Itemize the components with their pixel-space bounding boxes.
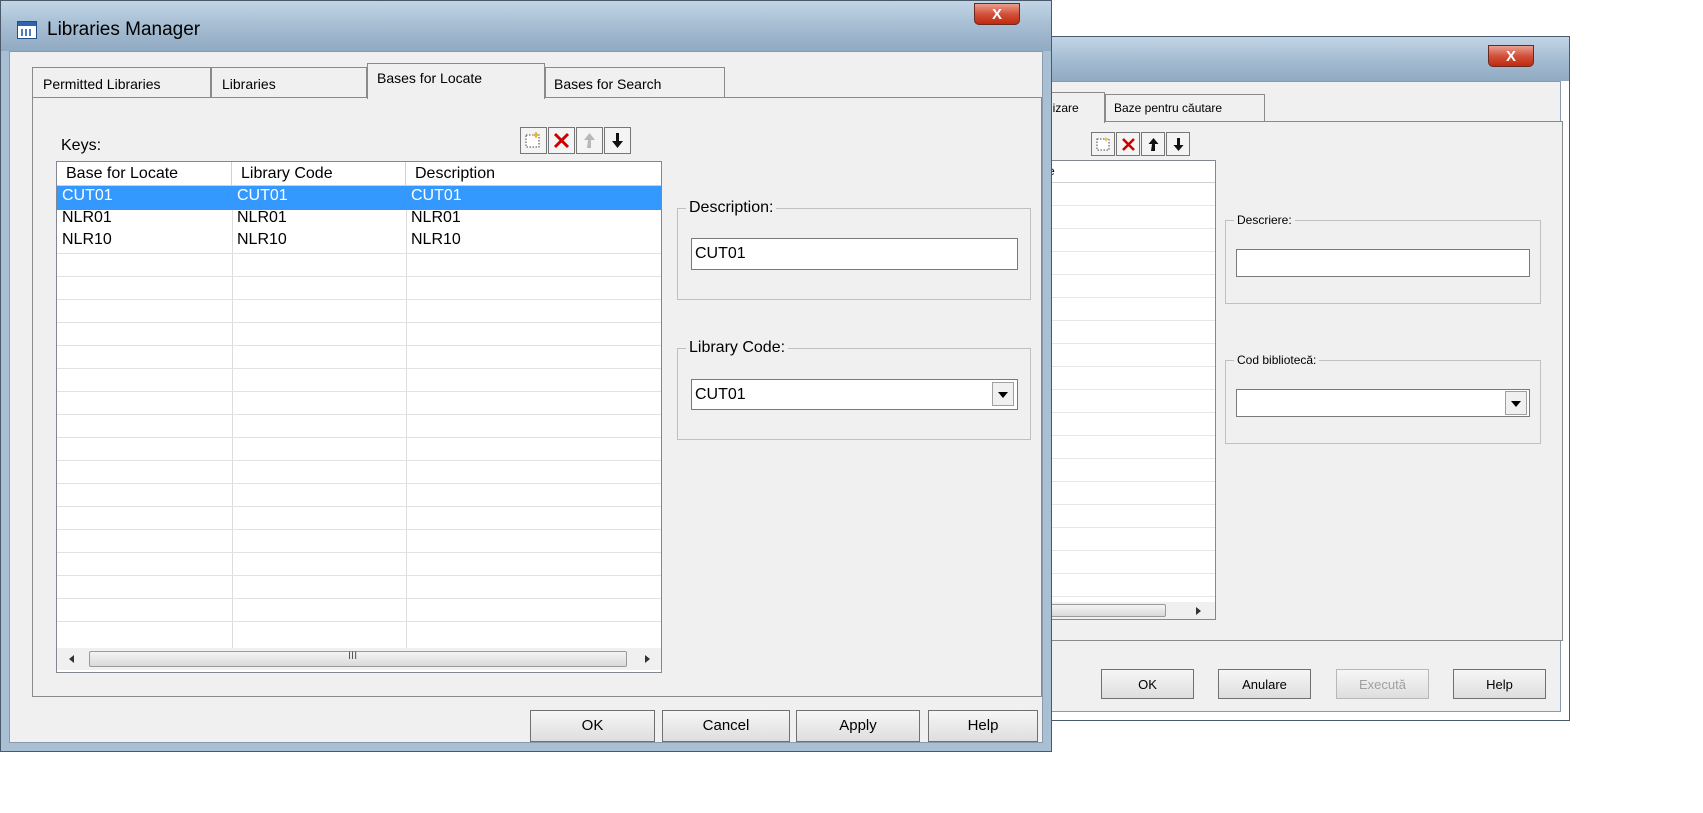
table-cell: NLR01 (62, 209, 112, 226)
tab-panel-bases-for-locate: Keys: Base for Locate Library Code Descr… (32, 97, 1042, 697)
scroll-right-arrow-icon[interactable] (645, 655, 650, 663)
new-icon (1096, 137, 1110, 151)
grid-empty-rows (57, 254, 661, 639)
back-help-button[interactable]: Help (1453, 669, 1546, 699)
table-cell: CUT01 (237, 187, 288, 204)
back-tab-localizare-label: lizare (1050, 101, 1079, 115)
back-move-down-button[interactable] (1166, 132, 1190, 156)
main-window: Libraries Manager X Permitted Libraries … (0, 0, 1052, 752)
back-tab-baze-cautare[interactable]: Baze pentru căutare (1105, 94, 1265, 121)
new-icon (525, 131, 541, 148)
description-group: Description: CUT01 (677, 199, 1031, 300)
back-delete-button[interactable] (1116, 132, 1140, 156)
back-cancel-button[interactable]: Anulare (1218, 669, 1311, 699)
delete-key-button[interactable] (548, 127, 575, 154)
apply-button[interactable]: Apply (796, 710, 920, 742)
main-window-body: Permitted Libraries Libraries Bases for … (9, 51, 1043, 743)
column-header-library-code[interactable]: Library Code (232, 162, 406, 186)
back-tab-panel: e Descriere: Cod bibliotecă: (1046, 121, 1563, 641)
keys-label: Keys: (61, 137, 102, 154)
chevron-down-icon[interactable] (992, 382, 1014, 406)
ok-button[interactable]: OK (530, 710, 655, 742)
back-tab-localizare[interactable]: lizare (1047, 92, 1105, 123)
help-button[interactable]: Help (928, 710, 1038, 742)
column-header-description[interactable]: Description (406, 162, 661, 186)
tab-libraries[interactable]: Libraries (211, 67, 367, 98)
table-cell: NLR01 (411, 209, 461, 226)
back-tab-baze-cautare-label: Baze pentru căutare (1114, 101, 1223, 115)
grid-hscrollbar[interactable]: III (57, 648, 661, 670)
table-cell: CUT01 (62, 187, 113, 204)
table-cell: NLR10 (62, 231, 112, 248)
back-description-group: Descriere: (1225, 213, 1541, 304)
back-grid-scroll-thumb[interactable] (1046, 604, 1166, 617)
table-row[interactable]: NLR10 NLR10 NLR10 (57, 230, 661, 254)
window-title: Libraries Manager (47, 19, 201, 40)
tab-libraries-label: Libraries (222, 76, 276, 92)
grid-scroll-thumb[interactable]: III (89, 650, 627, 667)
move-down-icon (612, 133, 623, 148)
tab-permitted-libraries[interactable]: Permitted Libraries (32, 67, 211, 98)
tab-bases-for-search-label: Bases for Search (554, 76, 662, 92)
back-library-code-select[interactable] (1236, 389, 1530, 417)
table-cell: NLR10 (237, 231, 287, 248)
back-library-code-label: Cod bibliotecă: (1234, 353, 1320, 367)
scroll-thumb-grip-icon: III (348, 650, 358, 662)
library-code-group: Library Code: CUT01 (677, 339, 1031, 440)
library-code-select[interactable]: CUT01 (691, 379, 1018, 410)
back-grid-rows (1046, 183, 1215, 603)
back-description-label: Descriere: (1234, 213, 1295, 227)
back-grid-header: e (1046, 161, 1215, 183)
back-apply-button: Execută (1336, 669, 1429, 699)
table-cell: NLR10 (411, 231, 461, 248)
move-up-button (576, 127, 603, 154)
back-description-input[interactable] (1236, 249, 1530, 277)
close-button[interactable]: X (974, 3, 1020, 25)
back-library-code-group: Cod bibliotecă: (1225, 353, 1541, 444)
table-row[interactable]: CUT01 CUT01 CUT01 (57, 186, 661, 210)
delete-icon (553, 132, 570, 149)
description-input[interactable]: CUT01 (691, 238, 1018, 270)
back-ok-button[interactable]: OK (1101, 669, 1194, 699)
table-row[interactable]: NLR01 NLR01 NLR01 (57, 208, 661, 232)
column-header-base-for-locate[interactable]: Base for Locate (57, 162, 232, 186)
tab-bases-for-locate[interactable]: Bases for Locate (367, 63, 545, 99)
library-code-label: Library Code: (686, 339, 789, 357)
back-new-button[interactable] (1091, 132, 1115, 156)
back-window-close-button[interactable]: X (1488, 45, 1534, 67)
chevron-down-icon[interactable] (1505, 391, 1527, 415)
tab-bases-for-search[interactable]: Bases for Search (545, 67, 725, 98)
table-cell: CUT01 (411, 187, 462, 204)
back-move-up-button[interactable] (1141, 132, 1165, 156)
back-window-body: lizare Baze pentru căutare e (1046, 81, 1563, 712)
move-up-icon (1148, 138, 1159, 151)
back-keys-grid[interactable]: e (1046, 160, 1216, 620)
move-down-icon (1173, 138, 1184, 151)
scroll-right-arrow-icon[interactable] (1196, 607, 1201, 615)
back-grid-hscrollbar[interactable] (1046, 602, 1215, 619)
delete-icon (1122, 138, 1135, 151)
table-cell: NLR01 (237, 209, 287, 226)
move-down-button[interactable] (604, 127, 631, 154)
move-up-icon (584, 133, 595, 148)
libraries-app-icon (17, 21, 37, 39)
new-key-button[interactable] (520, 127, 547, 154)
back-window: X lizare Baze pentru căutare e (1040, 36, 1570, 721)
scroll-left-arrow-icon[interactable] (69, 655, 74, 663)
tab-bases-for-locate-label: Bases for Locate (377, 70, 483, 86)
main-window-titlebar: Libraries Manager (1, 1, 1051, 51)
tab-permitted-libraries-label: Permitted Libraries (43, 76, 161, 92)
keys-grid[interactable]: Base for Locate Library Code Description… (56, 161, 662, 673)
description-label: Description: (686, 199, 777, 217)
cancel-button[interactable]: Cancel (662, 710, 790, 742)
